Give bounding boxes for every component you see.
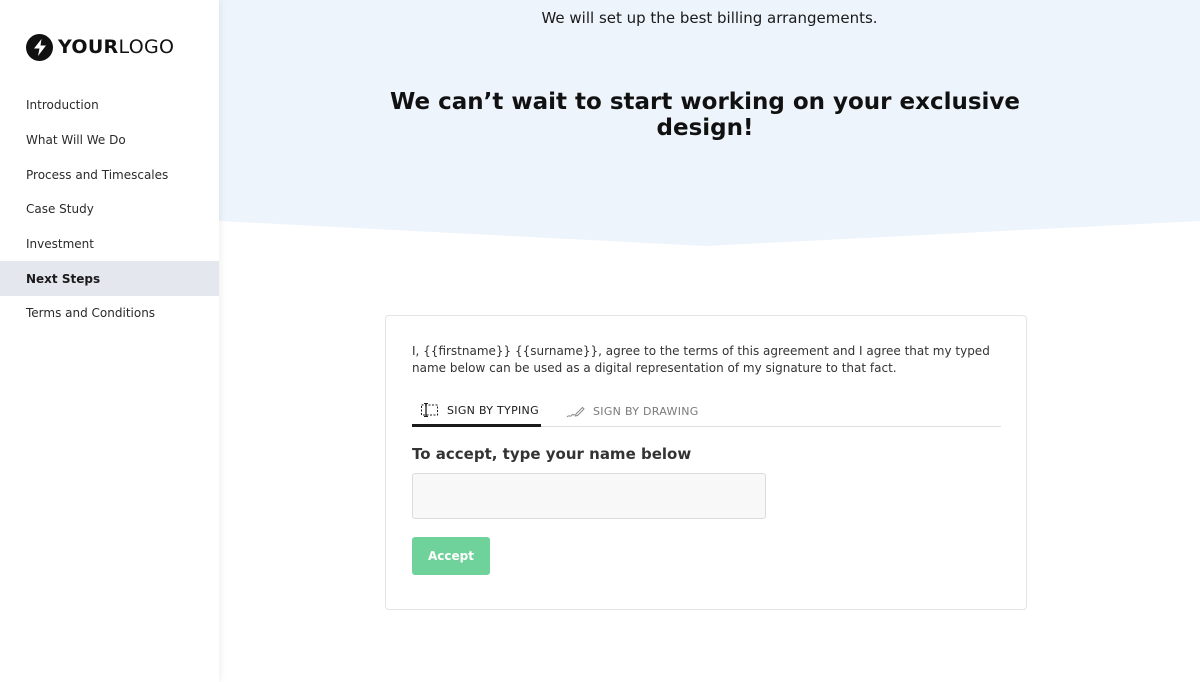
hero-subtitle: We will set up the best billing arrangem…: [541, 9, 878, 27]
sidebar-item-next-steps[interactable]: Next Steps: [0, 261, 219, 297]
tab-sign-by-drawing-label: SIGN BY DRAWING: [593, 405, 699, 418]
signature-tabs: SIGN BY TYPING SIGN BY DRAWING: [412, 396, 1001, 427]
name-field-label: To accept, type your name below: [412, 445, 692, 463]
logo-text-light: LOGO: [118, 36, 175, 58]
logo-text-strong: YOUR: [58, 36, 119, 58]
logo[interactable]: YOURLOGO: [26, 33, 174, 61]
tab-sign-by-typing[interactable]: SIGN BY TYPING: [412, 396, 541, 427]
sidebar-item-what-will-we-do[interactable]: What Will We Do: [0, 123, 219, 158]
sidebar-item-process-and-timescales[interactable]: Process and Timescales: [0, 157, 219, 192]
type-sign-icon: [420, 403, 439, 417]
agreement-text: I, {{firstname}} {{surname}}, agree to t…: [412, 344, 990, 375]
signature-name-input[interactable]: [412, 473, 766, 519]
app-root: YOURLOGO Introduction What Will We Do Pr…: [0, 0, 1200, 682]
signature-card: I, {{firstname}} {{surname}}, agree to t…: [385, 315, 1027, 610]
accept-button[interactable]: Accept: [412, 537, 490, 575]
tab-sign-by-typing-label: SIGN BY TYPING: [447, 403, 539, 417]
sidebar: YOURLOGO Introduction What Will We Do Pr…: [0, 0, 219, 682]
lightning-bolt-icon: [26, 33, 53, 61]
main-content: We will set up the best billing arrangem…: [219, 0, 1200, 682]
sidebar-item-case-study[interactable]: Case Study: [0, 192, 219, 227]
logo-text: YOURLOGO: [58, 36, 174, 58]
sidebar-item-introduction[interactable]: Introduction: [0, 88, 219, 123]
tab-sign-by-drawing[interactable]: SIGN BY DRAWING: [566, 396, 699, 427]
sidebar-item-investment[interactable]: Investment: [0, 227, 219, 262]
hero-title: We can’t wait to start working on your e…: [389, 89, 1021, 141]
sidebar-item-terms-and-conditions[interactable]: Terms and Conditions: [0, 296, 219, 331]
sidebar-nav: Introduction What Will We Do Process and…: [0, 88, 219, 331]
pen-icon: [566, 405, 585, 419]
